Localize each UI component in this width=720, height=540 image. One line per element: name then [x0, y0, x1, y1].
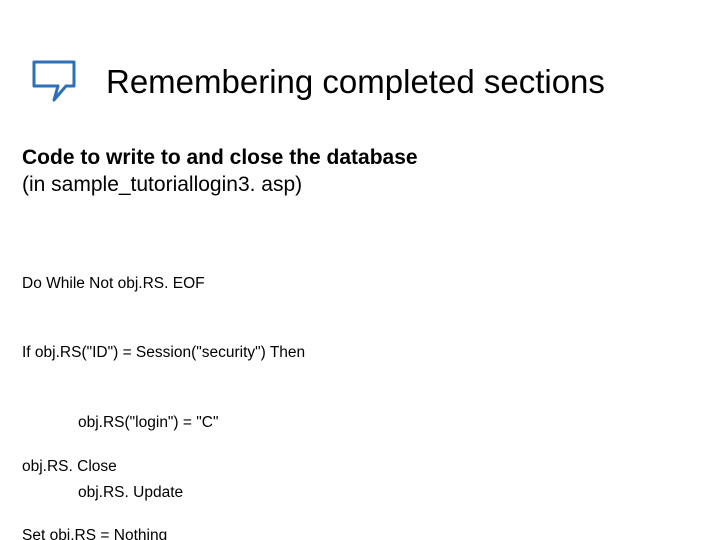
slide-title: Remembering completed sections — [106, 63, 605, 101]
code-line: obj.RS. Close — [22, 455, 183, 478]
subheading: Code to write to and close the database … — [22, 144, 418, 199]
code-line: Set obj.RS = Nothing — [22, 524, 183, 540]
code-block-2: obj.RS. Close Set obj.RS = Nothing obj.C… — [22, 408, 183, 540]
code-line: If obj.RS("ID") = Session("security") Th… — [22, 341, 305, 364]
code-line: Do While Not obj.RS. EOF — [22, 272, 305, 295]
note-icon — [20, 52, 88, 112]
slide: Remembering completed sections Code to w… — [0, 0, 720, 540]
title-row: Remembering completed sections — [20, 52, 700, 112]
subheading-plain: (in sample_tutoriallogin3. asp) — [22, 171, 418, 198]
subheading-bold: Code to write to and close the database — [22, 144, 418, 171]
